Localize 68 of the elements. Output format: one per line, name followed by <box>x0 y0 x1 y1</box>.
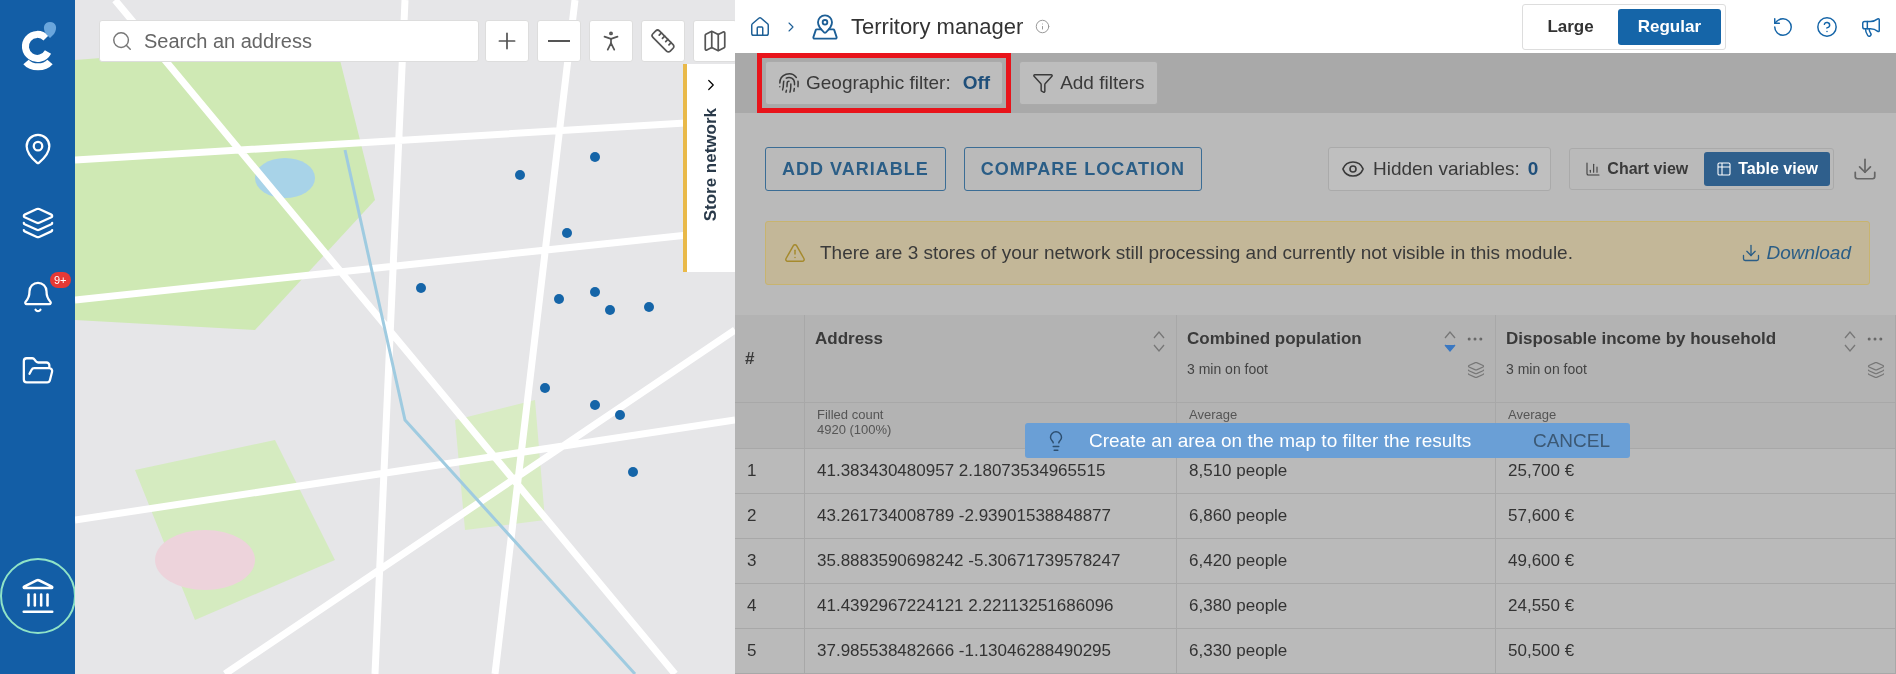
zoom-in-button[interactable] <box>485 20 529 62</box>
column-subtitle: 3 min on foot <box>1187 361 1268 377</box>
toast-message: Create an area on the map to filter the results <box>1089 429 1472 452</box>
minus-icon <box>548 39 570 43</box>
download-link[interactable]: Download <box>1740 242 1851 264</box>
search-icon <box>111 30 133 52</box>
undo-icon[interactable] <box>1772 15 1794 38</box>
home-icon[interactable] <box>749 15 771 38</box>
table-cell: 6,330 people <box>1177 629 1496 674</box>
table-cell: 6,860 people <box>1177 494 1496 539</box>
hidden-variables-button[interactable]: Hidden variables: 0 <box>1327 147 1552 191</box>
summary-label: Average <box>1189 407 1239 422</box>
download-icon[interactable] <box>1852 156 1878 182</box>
geographic-filter-button[interactable]: Geographic filter: Off <box>765 61 1004 105</box>
page-title: Territory manager <box>851 13 1024 40</box>
view-option[interactable]: Chart view <box>1573 152 1701 186</box>
add-filters-button[interactable]: Add filters <box>1019 61 1158 105</box>
warning-icon <box>784 242 806 264</box>
help-icon[interactable] <box>1816 15 1838 38</box>
outline-button[interactable]: COMPARE LOCATION <box>963 147 1202 191</box>
table-cell: 5 <box>735 629 805 674</box>
ruler-icon <box>650 28 676 54</box>
measure-button[interactable] <box>641 20 685 62</box>
table-cell: 6,420 people <box>1177 539 1496 584</box>
size-option[interactable]: Regular <box>1617 8 1721 45</box>
filter-icon <box>1032 72 1055 94</box>
warning-text: There are 3 stores of your network still processing and currently not visible in this module. <box>820 242 1573 264</box>
table-cell: 35.8883590698242 -5.30671739578247 <box>805 539 1177 584</box>
layers-icon <box>20 206 55 240</box>
zoom-out-button[interactable] <box>537 20 581 62</box>
territory-map-icon <box>811 12 839 41</box>
table-cell: 25,700 € <box>1496 449 1896 494</box>
summary-value: 4920 (100%) <box>817 422 893 437</box>
table-cell: 6,380 people <box>1177 584 1496 629</box>
table-icon <box>1716 161 1733 177</box>
outline-button[interactable]: ADD VARIABLE <box>765 147 946 191</box>
column-subtitle: 3 min on foot <box>1506 361 1587 377</box>
column-title: Combined population <box>1187 329 1362 349</box>
table-cell: 41.4392967224121 2.22113251686096 <box>805 584 1177 629</box>
column-title: Address <box>815 329 884 349</box>
table-cell: 24,550 € <box>1496 584 1896 629</box>
store-network-tab[interactable]: Store network <box>683 64 735 272</box>
search-field[interactable]: Search an address <box>99 20 479 62</box>
table-cell: 37.985538482666 -1.13046288490295 <box>805 629 1177 674</box>
table-cell: 50,500 € <box>1496 629 1896 674</box>
info-icon <box>1035 19 1051 34</box>
fingerprint-icon <box>778 72 800 94</box>
table-cell: 49,600 € <box>1496 539 1896 584</box>
notification-badge: 9+ <box>49 272 71 288</box>
table-cell: 2 <box>735 494 805 539</box>
table-cell: 57,600 € <box>1496 494 1896 539</box>
map-icon <box>702 28 728 54</box>
view-option[interactable]: Table view <box>1704 152 1830 186</box>
tab-label: Store network <box>701 108 721 222</box>
column-title: # <box>745 348 755 369</box>
bar-chart-icon <box>1585 161 1602 177</box>
table-cell: 43.261734008789 -2.93901538848877 <box>805 494 1177 539</box>
summary-label: Average <box>1508 407 1558 422</box>
column-title: Disposable income by household <box>1506 329 1777 349</box>
megaphone-icon[interactable] <box>1860 15 1882 38</box>
table-cell: 3 <box>735 539 805 584</box>
summary-label: Filled count <box>817 407 885 422</box>
map-style-button[interactable] <box>693 20 735 62</box>
table-cell: 1 <box>735 449 805 494</box>
nav-item[interactable]: 9+ <box>4 270 71 318</box>
street-view-button[interactable] <box>589 20 633 62</box>
download-icon <box>1740 243 1761 263</box>
table-cell: 4 <box>735 584 805 629</box>
